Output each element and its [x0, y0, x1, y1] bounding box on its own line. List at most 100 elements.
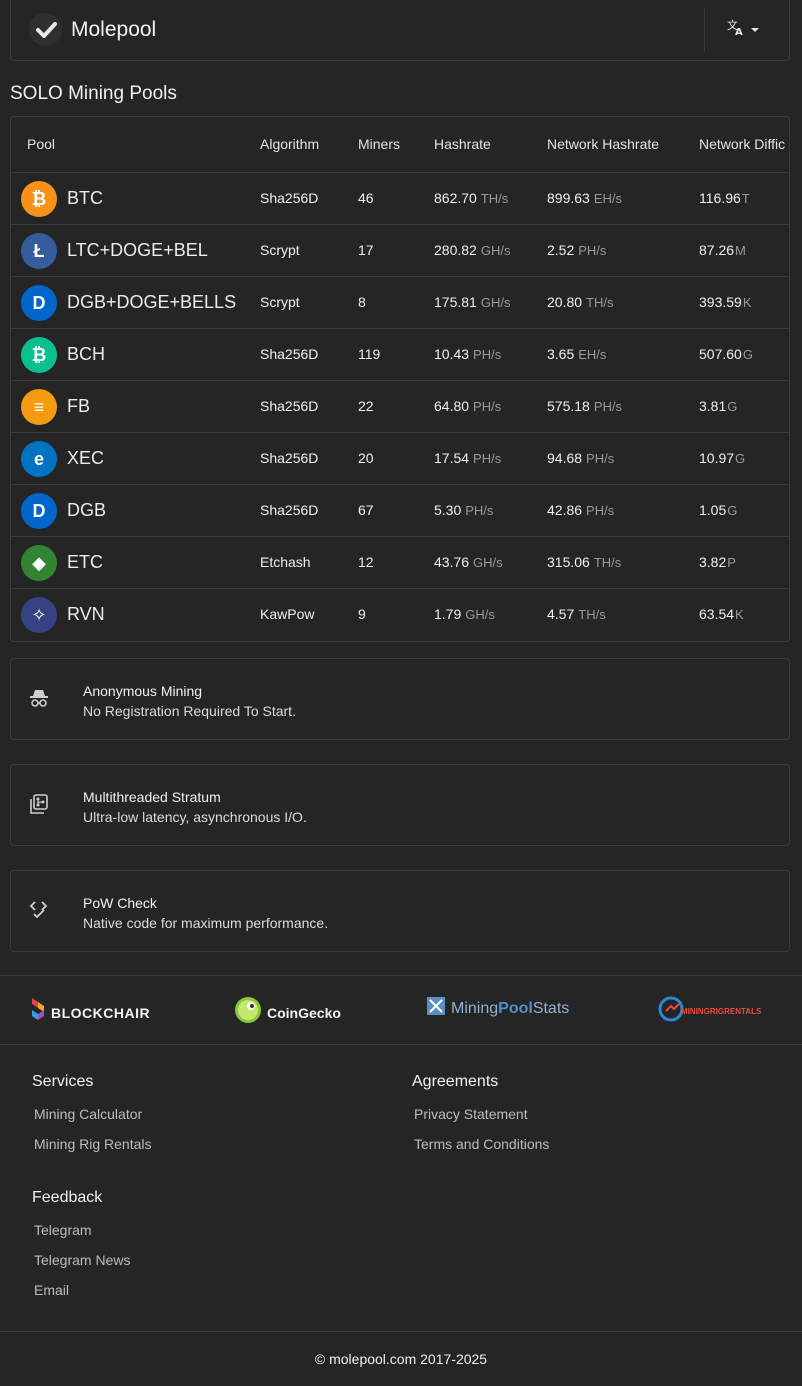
table-row[interactable]: Ł LTC+DOGE+BEL Scrypt 17 280.82 GH/s 2.52 PH/s 8…: [11, 225, 789, 277]
network-hashrate-cell: 575.18 PH/s: [547, 398, 622, 414]
code-check-icon: [28, 899, 50, 921]
coin-name: XEC: [67, 448, 105, 468]
algorithm-cell: Sha256D: [260, 346, 319, 362]
footer-link-privacy[interactable]: Privacy Statement: [414, 1106, 528, 1122]
hashrate-unit: TH/s: [480, 191, 509, 206]
hashrate-value: 17.54: [434, 450, 470, 466]
table-row[interactable]: D DGB Sha256D 67 5.30 PH/s 42.86 PH/s 1.05G: [11, 485, 789, 537]
checkmark-logo-icon: [29, 13, 62, 46]
footer-link-telegram-news[interactable]: Telegram News: [34, 1252, 130, 1268]
network-hashrate-cell: 3.65 EH/s: [547, 346, 606, 362]
network-hashrate-value: 42.86: [547, 502, 583, 518]
partner-blockchair[interactable]: BLOCKCHAIR: [30, 996, 150, 1029]
hashrate-cell: 280.82 GH/s: [434, 242, 510, 258]
network-hashrate-value: 4.57: [547, 606, 575, 622]
hashrate-cell: 5.30 PH/s: [434, 502, 493, 518]
network-hashrate-value: 2.52: [547, 242, 575, 258]
partners-bar: BLOCKCHAIR CoinGecko MiningPoolStats MIN…: [0, 975, 802, 1045]
blockchair-logo: [30, 996, 46, 1029]
coin-name: DGB: [67, 500, 107, 520]
network-hashrate-cell: 42.86 PH/s: [547, 502, 614, 518]
bitcoin-icon: ₿: [21, 181, 57, 217]
hashrate-cell: 17.54 PH/s: [434, 450, 501, 466]
network-hashrate-value: 315.06: [547, 554, 590, 570]
ravencoin-icon: ✧: [21, 597, 57, 633]
difficulty-unit: G: [727, 399, 738, 414]
coin-name: LTC+DOGE+BEL: [67, 240, 208, 260]
difficulty-cell: 1.05G: [699, 502, 737, 518]
nav-divider: [704, 8, 705, 52]
feature-title: Anonymous Mining: [83, 683, 203, 699]
table-row[interactable]: ₿ BTC Sha256D 46 862.70 TH/s 899.63 EH/s 116.96T: [11, 173, 789, 225]
col-algorithm[interactable]: Algorithm: [260, 136, 319, 152]
table-row[interactable]: ₿ BCH Sha256D 119 10.43 PH/s 3.65 EH/s 507.60G: [11, 329, 789, 381]
footer-heading-services: Services: [32, 1073, 94, 1090]
footer-heading-feedback: Feedback: [32, 1189, 103, 1206]
col-pool[interactable]: Pool: [27, 136, 55, 152]
hashrate-value: 64.80: [434, 398, 470, 414]
partner-name: CoinGecko: [267, 1004, 341, 1021]
hashrate-value: 280.82: [434, 242, 477, 258]
feature-description: Native code for maximum performance.: [83, 915, 329, 931]
network-hashrate-unit: PH/s: [593, 399, 622, 414]
brand-link[interactable]: Molepool: [29, 13, 156, 46]
feature-card-stratum: Multithreaded Stratum Ultra-low latency,…: [10, 764, 790, 846]
hashrate-unit: PH/s: [473, 399, 502, 414]
footer-link-terms[interactable]: Terms and Conditions: [414, 1136, 549, 1152]
hashrate-unit: GH/s: [480, 295, 511, 310]
hashrate-cell: 64.80 PH/s: [434, 398, 501, 414]
digibyte-icon: D: [21, 285, 57, 321]
table-row[interactable]: ◆ ETC Etchash 12 43.76 GH/s 315.06 TH/s 3.82P: [11, 537, 789, 589]
miners-cell: 9: [358, 606, 366, 622]
incognito-icon: [28, 687, 50, 709]
partner-miningrigrentals[interactable]: MININGRIGRENTALS: [658, 996, 761, 1027]
hashrate-value: 862.70: [434, 190, 477, 206]
algorithm-cell: Sha256D: [260, 190, 319, 206]
ecash-icon: e: [21, 441, 57, 477]
coin-name: FB: [67, 396, 91, 416]
difficulty-cell: 3.82P: [699, 554, 736, 570]
difficulty-cell: 10.97G: [699, 450, 745, 466]
algorithm-cell: KawPow: [260, 606, 315, 622]
page-title: SOLO Mining Pools: [10, 83, 177, 104]
feature-description: Ultra-low latency, asynchronous I/O.: [83, 809, 307, 825]
difficulty-unit: M: [735, 243, 746, 258]
ethereum-classic-icon: ◆: [21, 545, 57, 581]
footer-link-telegram[interactable]: Telegram: [34, 1222, 92, 1238]
footer-link-email[interactable]: Email: [34, 1282, 69, 1298]
difficulty-value: 1.05: [699, 502, 727, 518]
brand-name: Molepool: [71, 17, 157, 41]
copyright-text: © molepool.com 2017-2025: [314, 1351, 488, 1367]
col-miners[interactable]: Miners: [358, 136, 400, 152]
footer-heading-agreements: Agreements: [412, 1073, 499, 1090]
hashrate-value: 175.81: [434, 294, 477, 310]
table-row[interactable]: e XEC Sha256D 20 17.54 PH/s 94.68 PH/s 10.97G: [11, 433, 789, 485]
pools-table: Pool Algorithm Miners Hashrate Network H…: [10, 116, 790, 642]
miners-cell: 46: [358, 190, 374, 206]
col-hashrate[interactable]: Hashrate: [434, 136, 491, 152]
hashrate-value: 5.30: [434, 502, 462, 518]
hashrate-unit: PH/s: [473, 347, 502, 362]
difficulty-unit: K: [735, 607, 744, 622]
col-network-difficulty[interactable]: Network Diffic: [699, 136, 785, 152]
language-button[interactable]: 文 A: [727, 18, 759, 41]
partner-coingecko[interactable]: CoinGecko: [234, 996, 341, 1029]
network-hashrate-unit: EH/s: [593, 191, 622, 206]
partner-name-part: Mining: [451, 999, 499, 1017]
network-hashrate-value: 575.18: [547, 398, 590, 414]
network-hashrate-value: 3.65: [547, 346, 575, 362]
table-row[interactable]: ✧ RVN KawPow 9 1.79 GH/s 4.57 TH/s 63.54K: [11, 589, 789, 641]
difficulty-unit: G: [742, 347, 753, 362]
table-row[interactable]: D DGB+DOGE+BELLS Scrypt 8 175.81 GH/s 20.80 TH/…: [11, 277, 789, 329]
footer-link-mining-calculator[interactable]: Mining Calculator: [34, 1106, 142, 1122]
partner-miningpoolstats[interactable]: MiningPoolStats: [426, 996, 569, 1021]
difficulty-cell: 393.59K: [699, 294, 752, 310]
col-network-hashrate[interactable]: Network Hashrate: [547, 136, 659, 152]
footer-link-mining-rig-rentals[interactable]: Mining Rig Rentals: [34, 1136, 152, 1152]
table-row[interactable]: ≡ FB Sha256D 22 64.80 PH/s 575.18 PH/s 3.81G: [11, 381, 789, 433]
difficulty-value: 116.96: [699, 190, 741, 206]
miners-cell: 12: [358, 554, 374, 570]
chevron-down-icon: [751, 27, 759, 32]
bitcoin-cash-icon: ₿: [21, 337, 57, 373]
hashrate-cell: 175.81 GH/s: [434, 294, 510, 310]
